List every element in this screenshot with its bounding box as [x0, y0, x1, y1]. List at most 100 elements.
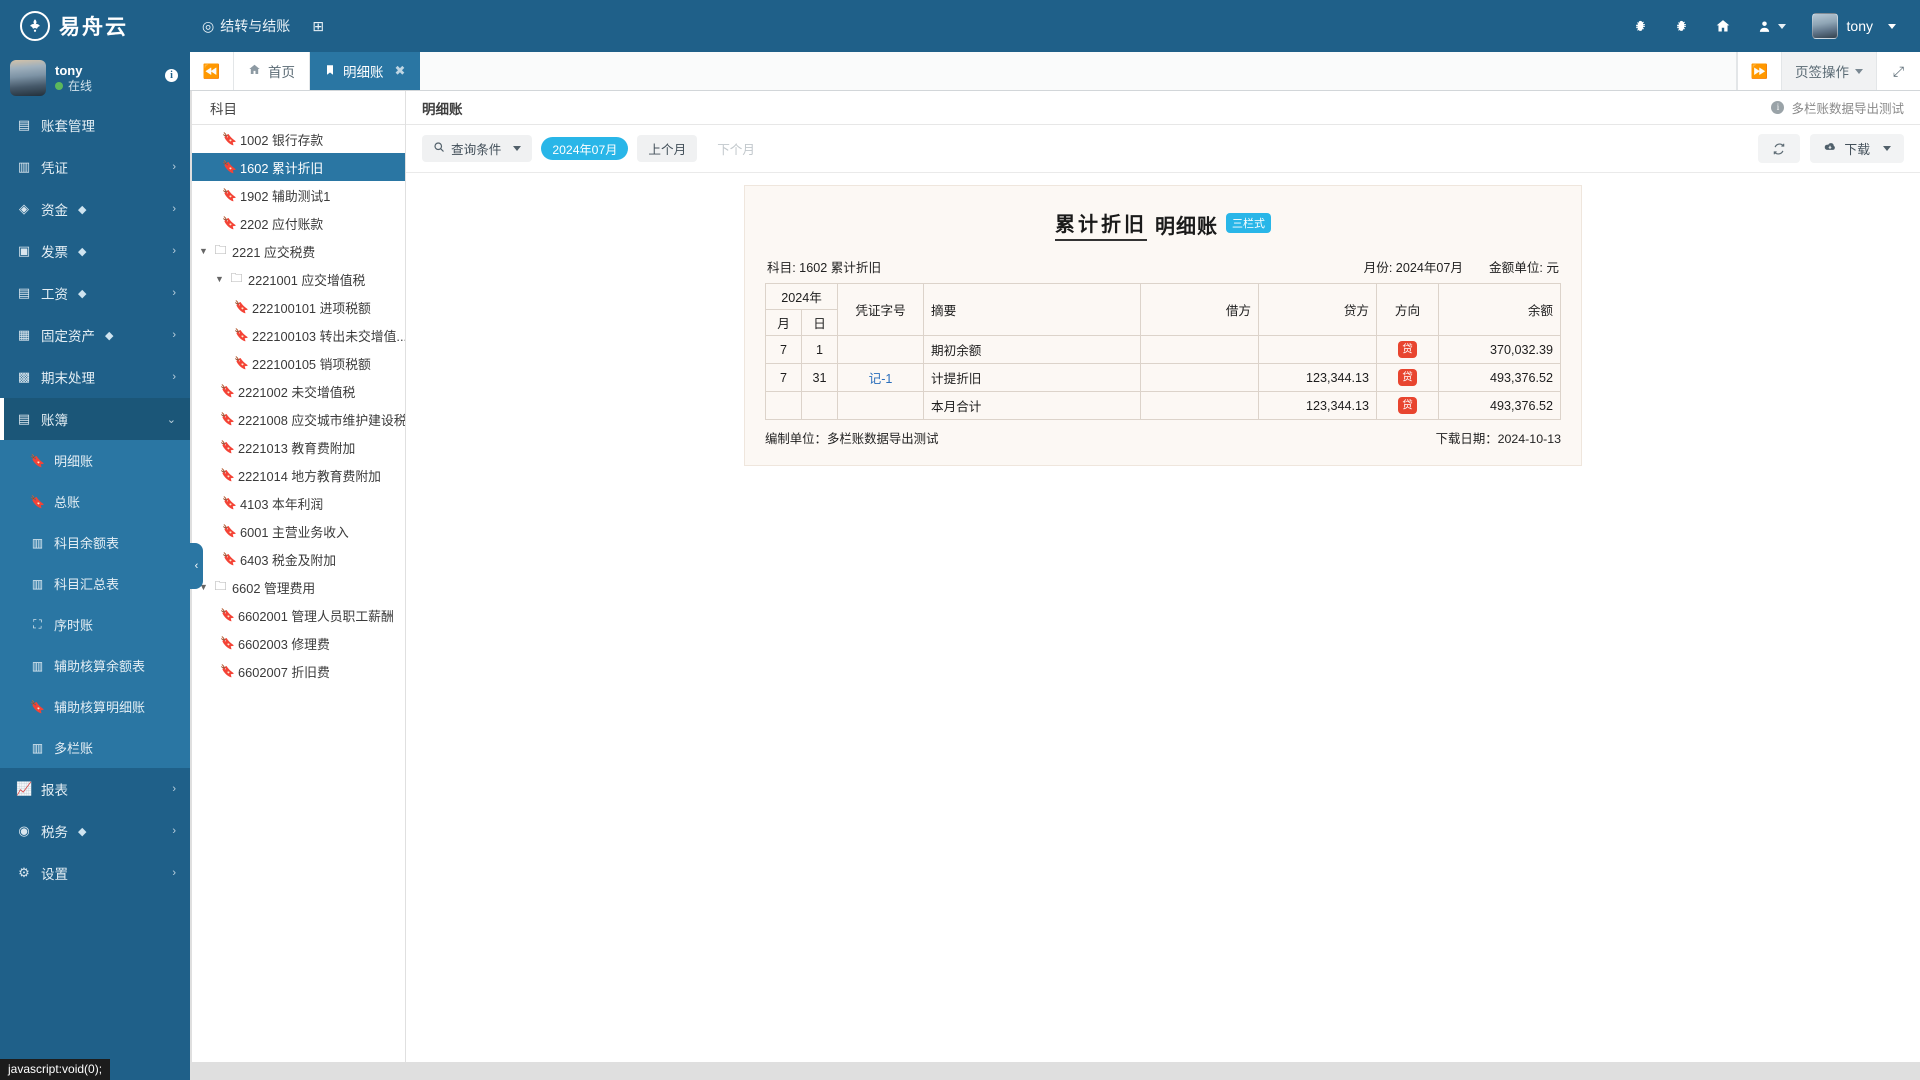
bug-alt-icon[interactable]: [1674, 19, 1689, 34]
sidebar-subitem-aux-detail[interactable]: 🔖 辅助核算明细账: [0, 686, 190, 727]
cell-month: [765, 391, 802, 420]
double-chevron-right-icon[interactable]: ⏩: [1737, 52, 1781, 90]
filter-label: 查询条件: [451, 143, 502, 157]
panel-corner-label: 多栏账数据导出测试: [1791, 102, 1904, 116]
col-debit: 借方: [1140, 283, 1259, 336]
tree-item-222100105[interactable]: 🔖 222100105 销项税额: [192, 349, 405, 377]
sidebar-collapse-handle[interactable]: ‹: [190, 543, 203, 589]
prev-month-button[interactable]: 上个月: [637, 135, 698, 162]
bookmark-icon: 🔖: [234, 328, 249, 342]
period-pill[interactable]: 2024年07月: [541, 137, 629, 160]
sidebar-subitem-multi-column[interactable]: ▥ 多栏账: [0, 727, 190, 768]
voucher-link[interactable]: 记-1: [869, 372, 893, 386]
sidebar-subitem-subject-summary[interactable]: ▥ 科目汇总表: [0, 563, 190, 604]
brand[interactable]: 易舟云: [0, 11, 190, 41]
cell-credit: 123,344.13: [1258, 363, 1377, 392]
sidebar-item-voucher[interactable]: ▥ 凭证 ›: [0, 146, 190, 188]
top-menu-item-add[interactable]: ⊞: [312, 18, 324, 35]
tree-item-6001[interactable]: 🔖 6001 主营业务收入: [192, 517, 405, 545]
tab-detail-ledger[interactable]: 明细账 ✖: [310, 52, 421, 90]
sidebar-item-period-end[interactable]: ▩ 期末处理 ›: [0, 356, 190, 398]
tree-item-6602001[interactable]: 🔖 6602001 管理人员职工薪酬: [192, 601, 405, 629]
sidebar-item-label: 工资: [41, 287, 68, 302]
direction-badge: 贷: [1398, 341, 1417, 358]
download-button[interactable]: 下载: [1810, 134, 1904, 163]
sidebar-item-settings[interactable]: ⚙ 设置 ›: [0, 852, 190, 894]
sidebar-item-ledger[interactable]: ▤ 账簿 ⌄: [0, 398, 190, 440]
tree-item-1602[interactable]: 🔖 1602 累计折旧: [192, 153, 405, 181]
sidebar-subitem-chronological[interactable]: ⛶ 序时账: [0, 604, 190, 645]
sidebar-subitem-aux-balance[interactable]: ▥ 辅助核算余额表: [0, 645, 190, 686]
sidebar-subitem-subject-balance[interactable]: ▥ 科目余额表: [0, 522, 190, 563]
report-style-badge[interactable]: 三栏式: [1226, 212, 1271, 233]
table-row[interactable]: 本月合计 123,344.13 贷 493,376.52: [765, 391, 1561, 420]
expand-icon[interactable]: ⤢: [1876, 52, 1920, 90]
profile-name: tony: [55, 63, 83, 78]
tree-item-4103[interactable]: 🔖 4103 本年利润: [192, 489, 405, 517]
sidebar-subitem-label: 科目汇总表: [54, 577, 120, 592]
tree-item-label: 1902 辅助测试1: [240, 188, 331, 204]
tree-item-1902[interactable]: 🔖 1902 辅助测试1: [192, 181, 405, 209]
bookmark-icon: 🔖: [220, 468, 235, 482]
tree-item-2221014[interactable]: 🔖 2221014 地方教育费附加: [192, 461, 405, 489]
sidebar-item-tax[interactable]: ◉ 税务 ◆ ›: [0, 810, 190, 852]
tree-item-2221013[interactable]: 🔖 2221013 教育费附加: [192, 433, 405, 461]
user-switch-icon[interactable]: [1757, 19, 1786, 34]
tree-item-222100103[interactable]: 🔖 222100103 转出未交增值...: [192, 321, 405, 349]
report-title-kind: 明细账: [1155, 216, 1218, 238]
col-direction: 方向: [1376, 283, 1439, 336]
table-row[interactable]: 7 31 记-1 计提折旧 123,344.13 贷 493,376.52: [765, 363, 1561, 392]
bookmark-icon: 🔖: [222, 188, 237, 202]
info-icon[interactable]: i: [165, 69, 178, 82]
lotus-logo-icon: [20, 11, 50, 41]
bookmark-icon: 🔖: [220, 384, 235, 398]
double-chevron-left-icon[interactable]: ⏪: [190, 52, 234, 90]
sidebar-subitem-general-ledger[interactable]: 🔖 总账: [0, 481, 190, 522]
sidebar-profile[interactable]: tony 在线 i: [0, 52, 190, 104]
tree-body[interactable]: 🔖 1002 银行存款 🔖 1602 累计折旧 🔖 1902 辅助测试1 🔖 2…: [192, 125, 405, 1062]
sidebar-item-fixed-assets[interactable]: ▦ 固定资产 ◆ ›: [0, 314, 190, 356]
app-root: 易舟云 ◎ 结转与结账 ⊞ tony tony 在线 i ▤ 账套管理 ▥ 凭证…: [0, 0, 1920, 1080]
tree-item-222100101[interactable]: 🔖 222100101 进项税额: [192, 293, 405, 321]
refresh-icon[interactable]: [1758, 134, 1801, 163]
sidebar-item-salary[interactable]: ▤ 工资 ◆ ›: [0, 272, 190, 314]
filter-button[interactable]: 查询条件: [422, 135, 533, 162]
columns-icon: ▥: [31, 535, 44, 550]
top-menu-item-settlement[interactable]: ◎ 结转与结账: [202, 16, 290, 36]
home-icon[interactable]: [1715, 18, 1731, 34]
info-icon[interactable]: i: [1771, 101, 1785, 114]
table-row[interactable]: 7 1 期初余额 贷 370,032.39: [765, 335, 1561, 364]
tree-item-2221008[interactable]: 🔖 2221008 应交城市维护建设税: [192, 405, 405, 433]
tree-toggle-expanded[interactable]: ▼: [214, 274, 225, 284]
tree-item-6602003[interactable]: 🔖 6602003 修理费: [192, 629, 405, 657]
tree-item-6602007[interactable]: 🔖 6602007 折旧费: [192, 657, 405, 685]
direction-badge: 贷: [1398, 369, 1417, 386]
sidebar-subitem-detail-ledger[interactable]: 🔖 明细账: [0, 440, 190, 481]
tree-toggle-expanded[interactable]: ▼: [198, 246, 209, 256]
sidebar-item-label: 设置: [41, 867, 68, 882]
user-menu[interactable]: tony: [1811, 13, 1896, 39]
chevron-down-icon: ⌄: [166, 413, 176, 426]
cell-credit: [1258, 335, 1377, 364]
sidebar-item-fund[interactable]: ◈ 资金 ◆ ›: [0, 188, 190, 230]
tab-options-button[interactable]: 页签操作: [1781, 52, 1876, 90]
report-title: 累计折旧 明细账 三栏式: [765, 208, 1561, 241]
sidebar-item-reports[interactable]: 📈 报表 ›: [0, 768, 190, 810]
cell-month: 7: [765, 335, 802, 364]
tree-item-1002[interactable]: 🔖 1002 银行存款: [192, 125, 405, 153]
tree-item-6602[interactable]: ▼ 🗀 6602 管理费用: [192, 573, 405, 601]
tree-item-label: 2221002 未交增值税: [238, 384, 356, 400]
sidebar-item-account-set[interactable]: ▤ 账套管理: [0, 104, 190, 146]
tree-item-2221001[interactable]: ▼ 🗀 2221001 应交增值税: [192, 265, 405, 293]
sidebar-item-invoice[interactable]: ▣ 发票 ◆ ›: [0, 230, 190, 272]
tree-item-2202[interactable]: 🔖 2202 应付账款: [192, 209, 405, 237]
close-icon[interactable]: ✖: [395, 63, 406, 79]
tree-item-6403[interactable]: 🔖 6403 税金及附加: [192, 545, 405, 573]
bug-icon[interactable]: [1633, 19, 1648, 34]
cloud-download-icon: [1823, 140, 1837, 157]
tab-home[interactable]: 首页: [234, 52, 310, 90]
tree-item-2221002[interactable]: 🔖 2221002 未交增值税: [192, 377, 405, 405]
sidebar: tony 在线 i ▤ 账套管理 ▥ 凭证 › ◈ 资金 ◆ › ▣ 发票 ◆ …: [0, 52, 190, 1080]
book-set-icon: ▤: [17, 117, 31, 132]
tree-item-2221[interactable]: ▼ 🗀 2221 应交税费: [192, 237, 405, 265]
